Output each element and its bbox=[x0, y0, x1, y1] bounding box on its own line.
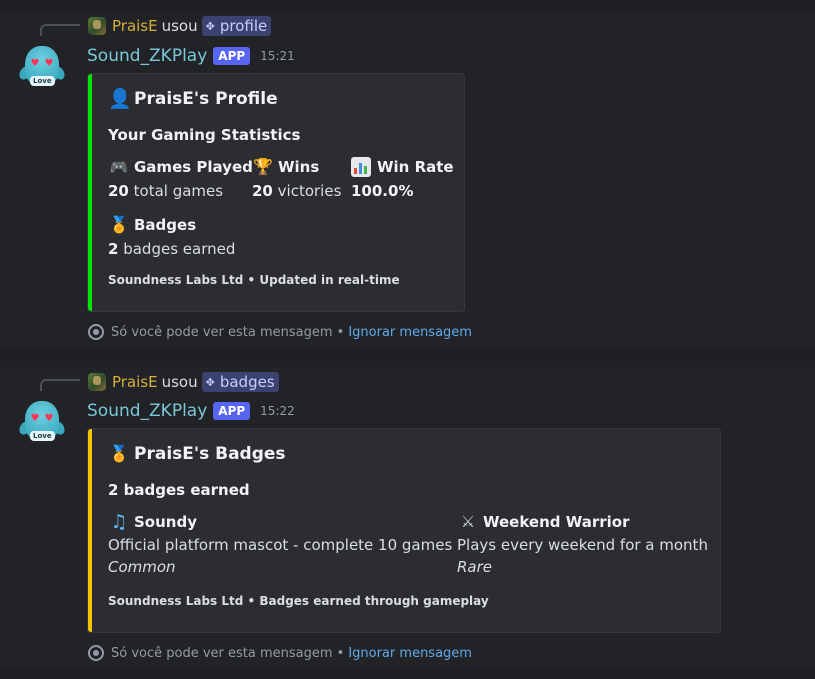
music-note-icon: ♫ bbox=[110, 511, 128, 533]
reply-username[interactable]: PraisE bbox=[112, 373, 158, 391]
bot-avatar[interactable]: ♥ ♥ Love bbox=[17, 44, 67, 92]
avatar-label: Love bbox=[30, 76, 55, 86]
bot-username[interactable]: Sound_ZKPlay bbox=[87, 46, 207, 66]
avatar-label: Love bbox=[30, 431, 55, 441]
message-badges: PraisE usou ✥ badges ♥ ♥ Love Sound_ZKPla… bbox=[0, 367, 815, 667]
embed-footer: Soundness Labs Ltd • Updated in real-tim… bbox=[108, 273, 400, 287]
crossed-swords-icon: ⚔ bbox=[460, 512, 476, 531]
eye-icon bbox=[88, 645, 104, 661]
gamepad-icon: 🎮 bbox=[109, 158, 129, 176]
profile-embed: 👤 PraisE's Profile Your Gaming Statistic… bbox=[87, 73, 465, 312]
badge-rarity: Rare bbox=[457, 558, 493, 576]
slash-command-name: profile bbox=[219, 17, 268, 35]
embed-title-text: PraisE's Profile bbox=[134, 89, 278, 109]
embed-title: 🏅 PraisE's Badges bbox=[108, 443, 286, 465]
field-name: Wins bbox=[278, 158, 320, 176]
bot-username[interactable]: Sound_ZKPlay bbox=[87, 401, 207, 421]
embed-title-text: PraisE's Badges bbox=[134, 444, 286, 464]
command-reply-line[interactable]: PraisE usou ✥ badges bbox=[88, 371, 279, 393]
badge-description: Official platform mascot - complete 10 g… bbox=[108, 536, 453, 554]
slash-command-pill[interactable]: ✥ profile bbox=[201, 16, 272, 36]
bar-chart-icon bbox=[351, 157, 371, 177]
embed-title: 👤 PraisE's Profile bbox=[108, 88, 278, 110]
field-value-text: total games bbox=[133, 182, 224, 200]
ephemeral-notice: Só você pode ver esta mensagem • Ignorar… bbox=[88, 322, 472, 342]
field-win-rate: Win Rate 100.0% bbox=[351, 155, 454, 202]
badge-soundy: ♫ Soundy Official platform mascot - compl… bbox=[108, 510, 452, 578]
medal-icon: 🏅 bbox=[109, 444, 129, 463]
embed-accent-bar bbox=[88, 429, 92, 632]
message-timestamp[interactable]: 15:21 bbox=[260, 49, 295, 63]
message-header: Sound_ZKPlay APP 15:21 bbox=[87, 45, 295, 67]
badges-embed: 🏅 PraisE's Badges 2 badges earned ♫ Sound… bbox=[87, 428, 721, 633]
badge-description: Plays every weekend for a month bbox=[457, 536, 708, 554]
reply-connector bbox=[40, 379, 80, 391]
person-icon: 👤 bbox=[108, 88, 132, 110]
field-value-text: badges earned bbox=[123, 240, 236, 258]
field-badges: 🏅 Badges 2 badges earned bbox=[108, 213, 235, 260]
ephemeral-text: Só você pode ver esta mensagem • bbox=[111, 645, 345, 661]
embed-description: 2 badges earned bbox=[108, 481, 250, 499]
badge-name: Weekend Warrior bbox=[483, 513, 630, 531]
field-value-number: 2 bbox=[108, 240, 119, 258]
slash-command-icon: ✥ bbox=[205, 375, 215, 389]
reply-user-avatar[interactable] bbox=[88, 373, 106, 391]
embed-footer: Soundness Labs Ltd • Badges earned throu… bbox=[108, 594, 489, 608]
reply-used-text: usou bbox=[161, 373, 198, 391]
eye-icon bbox=[88, 324, 104, 340]
field-name: Games Played bbox=[134, 158, 253, 176]
command-reply-line[interactable]: PraisE usou ✥ profile bbox=[88, 15, 272, 37]
dismiss-message-link[interactable]: Ignorar mensagem bbox=[348, 646, 472, 661]
field-games-played: 🎮 Games Played 20 total games bbox=[108, 155, 253, 202]
field-value-number: 20 bbox=[108, 182, 129, 200]
badge-name: Soundy bbox=[134, 513, 197, 531]
reply-username[interactable]: PraisE bbox=[112, 17, 158, 35]
bot-avatar[interactable]: ♥ ♥ Love bbox=[17, 399, 67, 447]
badge-weekend-warrior: ⚔ Weekend Warrior Plays every weekend for… bbox=[457, 510, 708, 578]
medal-icon: 🏅 bbox=[109, 215, 129, 234]
app-badge: APP bbox=[213, 402, 251, 420]
embed-description: Your Gaming Statistics bbox=[108, 126, 301, 144]
slash-command-pill[interactable]: ✥ badges bbox=[201, 372, 279, 392]
embed-accent-bar bbox=[88, 74, 92, 311]
field-value-number: 20 bbox=[252, 182, 273, 200]
reply-user-avatar[interactable] bbox=[88, 17, 106, 35]
badge-rarity: Common bbox=[108, 558, 176, 576]
slash-command-name: badges bbox=[219, 373, 275, 391]
ephemeral-notice: Só você pode ver esta mensagem • Ignorar… bbox=[88, 643, 472, 663]
dismiss-message-link[interactable]: Ignorar mensagem bbox=[348, 325, 472, 340]
field-value-text: victories bbox=[277, 182, 342, 200]
field-name: Win Rate bbox=[377, 158, 454, 176]
message-timestamp[interactable]: 15:22 bbox=[260, 404, 295, 418]
field-value-number: 100.0% bbox=[351, 182, 414, 200]
trophy-icon: 🏆 bbox=[253, 157, 273, 176]
slash-command-icon: ✥ bbox=[205, 19, 215, 33]
reply-connector bbox=[40, 24, 80, 36]
field-name: Badges bbox=[134, 216, 197, 234]
ephemeral-text: Só você pode ver esta mensagem • bbox=[111, 324, 345, 340]
app-badge: APP bbox=[213, 47, 251, 65]
message-profile: PraisE usou ✥ profile ♥ ♥ Love Sound_ZKPl… bbox=[0, 12, 815, 347]
reply-used-text: usou bbox=[161, 17, 198, 35]
field-wins: 🏆 Wins 20 victories bbox=[252, 155, 341, 202]
message-header: Sound_ZKPlay APP 15:22 bbox=[87, 400, 295, 422]
